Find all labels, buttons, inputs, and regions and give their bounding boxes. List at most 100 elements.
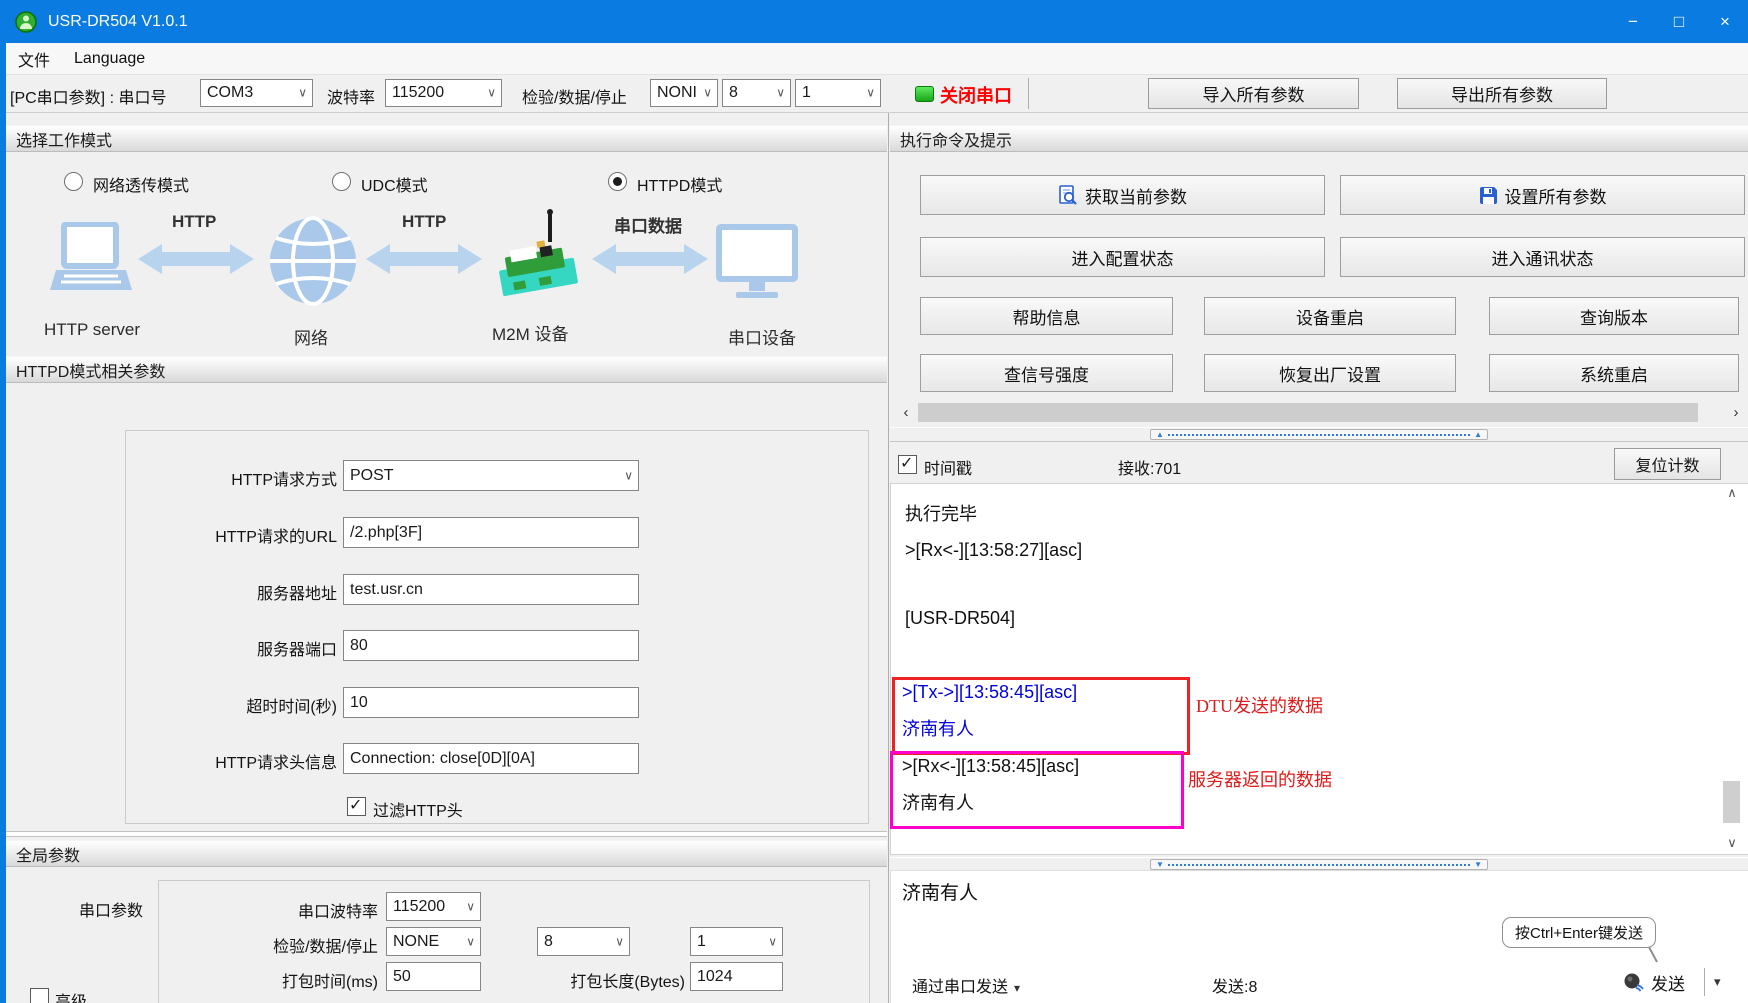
system-reboot-button[interactable]: 系统重启 <box>1489 354 1739 392</box>
laptop-icon <box>48 222 134 298</box>
radio-udc-mode-label: UDC模式 <box>361 172 428 196</box>
monitor-icon <box>716 224 798 300</box>
app-logo-icon <box>14 10 38 34</box>
com-port-select[interactable]: COM3 <box>200 79 313 107</box>
splitter-dots <box>1168 434 1470 436</box>
horizontal-scrollbar[interactable]: ‹ › <box>898 401 1744 424</box>
radio-net-transparent-label: 网络透传模式 <box>93 172 189 196</box>
globe-network-icon <box>268 216 358 306</box>
send-button[interactable]: 发送 <box>1608 966 1700 998</box>
log-splitter-top[interactable]: ▲ ▲ <box>890 427 1748 442</box>
arrow-serial-data <box>592 242 708 276</box>
scroll-down-icon[interactable]: ∨ <box>1719 835 1745 851</box>
log-scrollbar-thumb[interactable] <box>1723 781 1740 823</box>
splitter-up-icon: ▲ <box>1156 431 1164 439</box>
enter-comm-button[interactable]: 进入通讯状态 <box>1340 237 1745 277</box>
rx-annotation: 服务器返回的数据 <box>1188 766 1332 792</box>
scroll-up-icon[interactable]: ∧ <box>1719 485 1745 501</box>
serial-databits-select[interactable]: 8 <box>537 927 630 956</box>
http-method-select[interactable]: POST <box>343 460 639 491</box>
minimize-button[interactable]: − <box>1610 0 1656 43</box>
advanced-checkbox[interactable] <box>30 988 49 1003</box>
close-button[interactable]: × <box>1702 0 1748 43</box>
pack-length-input[interactable]: 1024 <box>690 962 783 991</box>
send-options-dropdown-icon[interactable]: ▾ <box>1714 974 1721 990</box>
splitter-handle[interactable]: ▲ ▲ <box>1150 429 1488 440</box>
floppy-save-icon <box>1479 186 1498 205</box>
maximize-button[interactable]: □ <box>1656 0 1702 43</box>
serial-baud-select[interactable]: 115200 <box>386 892 481 921</box>
splitter-handle[interactable]: ▼ ▼ <box>1150 859 1488 870</box>
server-address-label: 服务器地址 <box>125 580 337 604</box>
server-port-input[interactable]: 80 <box>343 630 639 661</box>
pack-time-input[interactable]: 50 <box>386 962 481 991</box>
query-version-button[interactable]: 查询版本 <box>1489 297 1739 335</box>
doc-search-icon <box>1058 185 1078 205</box>
serial-parity-select[interactable]: NONE <box>386 927 481 956</box>
radio-httpd-mode-label: HTTPD模式 <box>637 172 722 196</box>
log-line-device: [USR-DR504] <box>905 608 1015 629</box>
export-params-button[interactable]: 导出所有参数 <box>1397 78 1607 109</box>
databits-select[interactable]: 8 <box>722 79 791 107</box>
serial-stopbits-select[interactable]: 1 <box>690 927 783 956</box>
http-header-input[interactable]: Connection: close[0D][0A] <box>343 743 639 774</box>
radio-httpd-mode[interactable] <box>608 172 627 191</box>
menu-language[interactable]: Language <box>62 43 157 74</box>
node-network-label: 网络 <box>294 324 328 349</box>
log-line-tx-head: >[Tx->][13:58:45][asc] <box>902 682 1077 703</box>
app-window: USR-DR504 V1.0.1 − □ × 文件 Language [PC串口… <box>0 0 1748 1003</box>
parity-data-stop-label: 检验/数据/停止 <box>522 84 627 108</box>
baud-select[interactable]: 115200 <box>385 79 502 107</box>
menu-bar: 文件 Language <box>6 43 1748 75</box>
http-url-input[interactable]: /2.php[3F] <box>343 517 639 548</box>
port-open-indicator <box>915 86 934 102</box>
log-line-done: 执行完毕 <box>905 500 977 526</box>
http-header-label: HTTP请求头信息 <box>125 749 337 773</box>
send-text: 济南有人 <box>902 878 978 905</box>
radio-udc-mode[interactable] <box>332 172 351 191</box>
splitter-down-icon: ▼ <box>1474 861 1482 869</box>
stopbits-select[interactable]: 1 <box>795 79 881 107</box>
send-mode-dropdown[interactable]: 通过串口发送 <box>912 973 1020 997</box>
receive-count: 接收:701 <box>1118 455 1181 479</box>
send-shortcut-tooltip: 按Ctrl+Enter键发送 <box>1502 917 1656 948</box>
timestamp-checkbox[interactable] <box>898 455 917 474</box>
tx-annotation: DTU发送的数据 <box>1196 692 1323 718</box>
scrollbar-thumb[interactable] <box>918 403 1698 422</box>
scroll-left-icon[interactable]: ‹ <box>898 401 914 424</box>
parity-select[interactable]: NONI <box>650 79 718 107</box>
splitter-down-icon: ▼ <box>1156 861 1164 869</box>
set-params-button[interactable]: 设置所有参数 <box>1340 175 1745 215</box>
server-address-input[interactable]: test.usr.cn <box>343 574 639 605</box>
menu-file[interactable]: 文件 <box>6 43 62 74</box>
help-info-button[interactable]: 帮助信息 <box>920 297 1173 335</box>
pc-serial-label: [PC串口参数] : 串口号 <box>10 84 166 108</box>
device-reboot-button[interactable]: 设备重启 <box>1204 297 1456 335</box>
timeout-input[interactable]: 10 <box>343 687 639 718</box>
query-signal-button[interactable]: 查信号强度 <box>920 354 1173 392</box>
http-url-label: HTTP请求的URL <box>125 523 337 547</box>
serial-toolbar: [PC串口参数] : 串口号 COM3 波特率 115200 检验/数据/停止 … <box>6 75 1748 113</box>
log-vertical-scrollbar[interactable]: ∧ ∨ <box>1719 485 1745 851</box>
reset-count-button[interactable]: 复位计数 <box>1614 448 1721 480</box>
filter-http-label: 过滤HTTP头 <box>373 797 463 821</box>
close-port-button[interactable]: 关闭串口 <box>940 82 1012 108</box>
link-http-1-label: HTTP <box>172 212 216 232</box>
window-title: USR-DR504 V1.0.1 <box>48 13 188 31</box>
log-line-rx1: >[Rx<-][13:58:27][asc] <box>905 540 1082 561</box>
server-port-label: 服务器端口 <box>125 636 337 660</box>
global-params-header: 全局参数 <box>6 840 887 867</box>
filter-http-checkbox[interactable] <box>347 797 366 816</box>
factory-reset-button[interactable]: 恢复出厂设置 <box>1204 354 1456 392</box>
scrollbar-track[interactable] <box>914 401 1728 424</box>
get-params-button[interactable]: 获取当前参数 <box>920 175 1325 215</box>
scroll-right-icon[interactable]: › <box>1728 401 1744 424</box>
pack-time-label: 打包时间(ms) <box>166 968 378 992</box>
log-line-rx2-body: 济南有人 <box>902 789 974 815</box>
import-params-button[interactable]: 导入所有参数 <box>1148 78 1359 109</box>
enter-config-button[interactable]: 进入配置状态 <box>920 237 1325 277</box>
send-icon <box>1623 971 1645 993</box>
arrow-http-2 <box>366 242 482 276</box>
radio-net-transparent[interactable] <box>64 172 83 191</box>
node-serial-device-label: 串口设备 <box>728 324 796 349</box>
